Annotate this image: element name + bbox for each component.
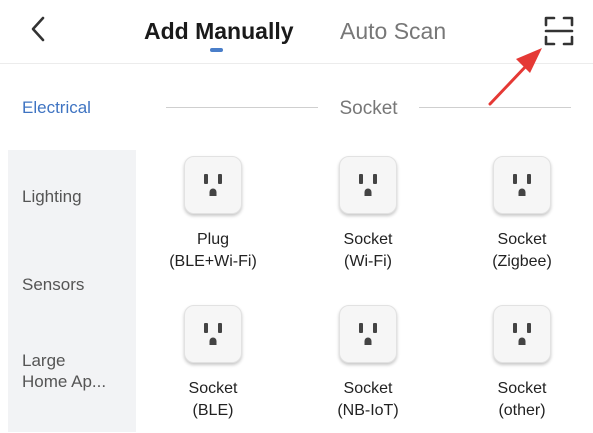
tab-add-manually[interactable]: Add Manually — [144, 17, 294, 45]
section-divider-left — [166, 107, 318, 108]
device-item-socket-wifi[interactable]: Socket (Wi-Fi) — [298, 156, 438, 284]
outlet-icon — [184, 156, 242, 214]
device-item-socket-other[interactable]: Socket (other) — [452, 305, 592, 433]
sidebar-item-label-line1: Large — [22, 351, 66, 370]
outlet-icon — [493, 305, 551, 363]
sidebar-item-label-line2: Home Ap... — [22, 372, 107, 391]
chevron-left-icon — [31, 16, 45, 42]
device-item-socket-nb-iot[interactable]: Socket (NB-IoT) — [298, 305, 438, 433]
back-button[interactable] — [26, 14, 52, 44]
device-label: Socket (BLE) — [143, 378, 283, 422]
sidebar-item-label: Lighting — [22, 187, 82, 206]
sidebar-item-electrical[interactable]: Electrical — [0, 64, 136, 150]
section-divider-right — [419, 107, 571, 108]
device-item-socket-zigbee[interactable]: Socket (Zigbee) — [452, 156, 592, 284]
device-protocol: (Wi-Fi) — [344, 253, 392, 270]
sidebar-item-label: Large Home Ap... — [22, 350, 106, 392]
outlet-icon — [493, 156, 551, 214]
section-title: Socket — [339, 98, 398, 119]
device-name: Socket — [188, 380, 238, 397]
tab-auto-scan[interactable]: Auto Scan — [340, 17, 446, 45]
sidebar-item-lighting[interactable]: Lighting — [8, 150, 136, 238]
outlet-icon — [184, 305, 242, 363]
device-protocol: (BLE) — [192, 402, 234, 419]
outlet-icon — [339, 305, 397, 363]
sidebar-item-sensors[interactable]: Sensors — [8, 238, 136, 326]
active-tab-indicator — [210, 48, 223, 52]
device-item-socket-ble[interactable]: Socket (BLE) — [143, 305, 283, 433]
device-label: Socket (NB-IoT) — [298, 378, 438, 422]
sidebar-item-label: Sensors — [22, 275, 85, 294]
device-protocol: (Zigbee) — [492, 253, 552, 270]
device-name: Socket — [343, 231, 393, 248]
device-name: Plug — [196, 231, 230, 248]
sidebar-item-label: Electrical — [22, 98, 91, 117]
device-protocol: (other) — [498, 402, 546, 419]
scan-button[interactable] — [543, 15, 575, 47]
qr-scan-icon — [544, 16, 574, 46]
device-name: Socket — [497, 380, 547, 397]
category-sidebar: Electrical Lighting Sensors Large Home A… — [0, 64, 136, 432]
device-name: Socket — [497, 231, 547, 248]
device-protocol: (BLE+Wi-Fi) — [169, 253, 257, 270]
device-label: Socket (Zigbee) — [452, 229, 592, 273]
device-label: Socket (Wi-Fi) — [298, 229, 438, 273]
device-label: Socket (other) — [452, 378, 592, 422]
sidebar-item-large-home-appliances[interactable]: Large Home Ap... — [8, 326, 136, 432]
top-bar: Add Manually Auto Scan — [0, 0, 593, 62]
outlet-icon — [339, 156, 397, 214]
device-item-plug-ble-wifi[interactable]: Plug (BLE+Wi-Fi) — [143, 156, 283, 284]
device-name: Socket — [343, 380, 393, 397]
device-label: Plug (BLE+Wi-Fi) — [143, 229, 283, 273]
device-protocol: (NB-IoT) — [337, 402, 399, 419]
